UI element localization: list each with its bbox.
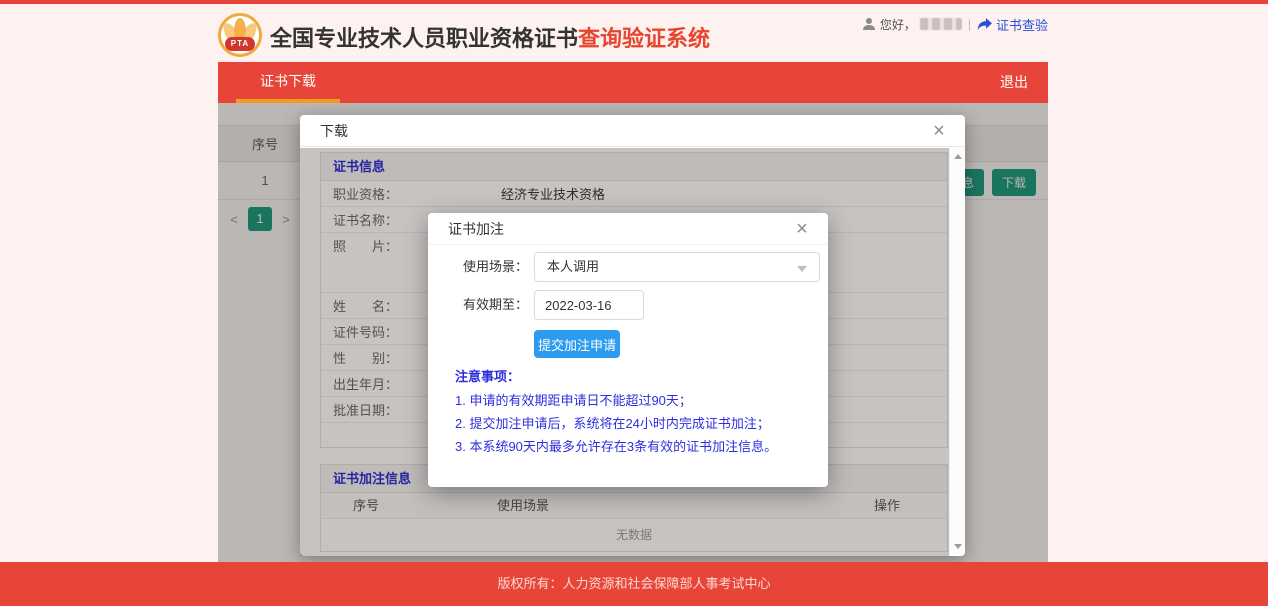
notes-title: 注意事项： xyxy=(455,366,805,385)
greeting-label: 您好， xyxy=(880,16,916,33)
scroll-down-icon[interactable] xyxy=(954,544,962,549)
download-modal-title: 下载 xyxy=(320,115,348,147)
tab-certificate-download[interactable]: 证书下载 xyxy=(236,62,340,103)
nav-bar: 证书下载 退出 xyxy=(218,62,1048,103)
annotation-modal-close-icon[interactable]: × xyxy=(790,217,814,241)
certificate-verify-link[interactable]: 证书查验 xyxy=(977,15,1048,34)
logo-badge: PTA xyxy=(225,37,255,51)
page-title-accent: 查询验证系统 xyxy=(578,26,710,51)
submit-annotation-button[interactable]: 提交加注申请 xyxy=(534,330,620,358)
note-line-1: 1. 申请的有效期距申请日不能超过90天； xyxy=(455,393,805,409)
modal-scrollbar[interactable] xyxy=(949,148,964,555)
download-modal-close-icon[interactable]: × xyxy=(927,119,951,143)
user-icon xyxy=(862,17,876,31)
redacted-username xyxy=(920,18,962,30)
note-line-3: 3. 本系统90天内最多允许存在3条有效的证书加注信息。 xyxy=(455,439,805,455)
pta-logo: PTA xyxy=(218,13,262,57)
footer-copyright: 版权所有：人力资源和社会保障部人事考试中心 xyxy=(0,562,1268,606)
expiry-date-input[interactable] xyxy=(534,290,644,320)
expiry-label: 有效期至： xyxy=(428,290,528,320)
annotation-modal: 证书加注 × 使用场景： 本人调用 有效期至： 提交加注申请 注意事项： 1. … xyxy=(428,213,828,487)
expiry-form-row: 有效期至： xyxy=(428,290,828,320)
notes-block: 注意事项： 1. 申请的有效期距申请日不能超过90天； 2. 提交加注申请后，系… xyxy=(455,366,805,462)
page-title-main: 全国专业技术人员职业资格证书 xyxy=(270,26,578,51)
logout-button[interactable]: 退出 xyxy=(1000,62,1028,103)
chevron-down-icon xyxy=(797,266,807,272)
site-header: PTA 全国专业技术人员职业资格证书查询验证系统 您好， | 证书查验 xyxy=(218,4,1048,62)
download-modal-header: 下载 × xyxy=(300,115,965,147)
scroll-up-icon[interactable] xyxy=(954,154,962,159)
scene-select[interactable]: 本人调用 xyxy=(534,252,820,282)
scene-label: 使用场景： xyxy=(428,252,528,282)
app-root: PTA 全国专业技术人员职业资格证书查询验证系统 您好， | 证书查验 证书下载 xyxy=(0,0,1268,606)
note-line-2: 2. 提交加注申请后，系统将在24小时内完成证书加注； xyxy=(455,416,805,432)
user-area: 您好， | 证书查验 xyxy=(862,14,1048,34)
share-arrow-icon xyxy=(977,18,992,31)
annotation-modal-title: 证书加注 xyxy=(448,213,504,245)
separator: | xyxy=(968,17,971,31)
scene-selected-value: 本人调用 xyxy=(547,259,599,274)
page-title: 全国专业技术人员职业资格证书查询验证系统 xyxy=(270,21,710,53)
verify-link-label: 证书查验 xyxy=(996,15,1048,34)
scene-form-row: 使用场景： 本人调用 xyxy=(428,252,828,282)
tab-label: 证书下载 xyxy=(260,73,316,89)
annotation-modal-header: 证书加注 × xyxy=(428,213,828,245)
